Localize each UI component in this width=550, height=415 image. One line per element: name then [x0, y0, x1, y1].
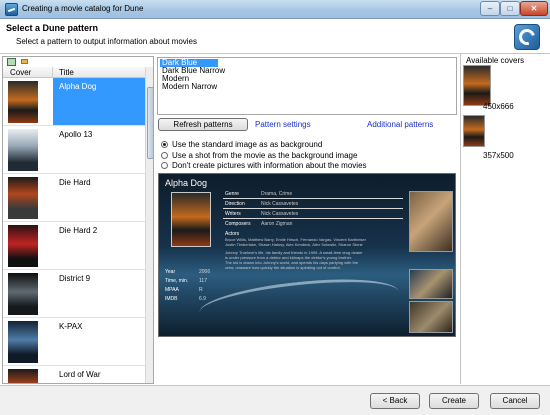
- cover-thumbnail: [8, 273, 38, 315]
- close-button[interactable]: ✕: [520, 1, 548, 16]
- window-title: Creating a movie catalog for Dune: [22, 4, 144, 13]
- radio-button[interactable]: [161, 162, 168, 169]
- back-button[interactable]: < Back: [370, 393, 420, 409]
- preview-stat-value: 117: [199, 278, 207, 284]
- preview-stat-label: IMDB: [165, 296, 178, 302]
- pattern-item[interactable]: Modern Narrow: [160, 83, 217, 91]
- page-title: Select a Dune pattern: [6, 23, 99, 33]
- movie-row[interactable]: District 9: [3, 270, 145, 318]
- column-header-title[interactable]: Title: [53, 67, 145, 78]
- movie-row[interactable]: Apollo 13: [3, 126, 145, 174]
- preview-movie-title: Alpha Dog: [165, 178, 208, 188]
- pattern-settings-link[interactable]: Pattern settings: [255, 120, 311, 129]
- title-bar: Creating a movie catalog for Dune – □ ✕: [0, 0, 550, 19]
- preview-separator: [223, 218, 403, 219]
- movie-row[interactable]: Alpha Dog: [3, 78, 145, 126]
- scrollbar-thumb[interactable]: [147, 87, 153, 159]
- movie-list-scrollbar[interactable]: [145, 67, 153, 383]
- maximize-button[interactable]: □: [500, 1, 520, 16]
- cover-thumbnail: [8, 177, 38, 219]
- create-button[interactable]: Create: [429, 393, 479, 409]
- pattern-list[interactable]: Dark Blue Dark Blue Narrow Modern Modern…: [157, 57, 457, 115]
- preview-detail-value: Nick Cassavetes: [261, 201, 299, 207]
- movie-list-panel: Cover Title Alpha Dog Apollo 13 Die Hard…: [2, 56, 154, 384]
- folder-icon[interactable]: [21, 59, 28, 64]
- additional-patterns-link[interactable]: Additional patterns: [367, 120, 433, 129]
- page-subtitle: Select a pattern to output information a…: [16, 37, 197, 46]
- preview-detail-label: Direction: [225, 201, 245, 207]
- preview-stat-label: MPAA: [165, 287, 179, 293]
- pattern-preview: Alpha Dog Year 2006 Time, min. 117 MPAA …: [158, 173, 456, 337]
- movie-title: Die Hard 2: [59, 226, 98, 235]
- cover-thumbnail: [8, 369, 38, 383]
- wizard-footer: < Back Create Cancel: [0, 385, 550, 415]
- radio-button[interactable]: [161, 152, 168, 159]
- available-covers-title: Available covers: [466, 56, 525, 65]
- preview-poster: [171, 192, 211, 247]
- radio-button[interactable]: [161, 141, 168, 148]
- column-header-cover[interactable]: Cover: [3, 67, 53, 78]
- movie-title: District 9: [59, 274, 91, 283]
- app-icon: [5, 3, 18, 16]
- preview-stat-label: Year: [165, 269, 176, 275]
- movie-title: Alpha Dog: [59, 82, 97, 91]
- movie-title: Apollo 13: [59, 130, 93, 139]
- movie-list-toolbar: [3, 57, 153, 67]
- preview-movie-shot: [409, 301, 453, 333]
- preview-detail-value: Aaron Zigman: [261, 221, 293, 227]
- preview-detail-value: Nick Cassavetes: [261, 211, 299, 217]
- available-covers-panel: Available covers 450x666 357x500: [460, 54, 548, 384]
- preview-background-wave: [197, 271, 401, 333]
- preview-separator: [223, 208, 403, 209]
- cover-thumbnail: [8, 81, 38, 123]
- preview-detail-value: Drama, Crime: [261, 191, 293, 197]
- movie-rows: Alpha Dog Apollo 13 Die Hard Die Hard 2 …: [3, 78, 145, 383]
- movie-row[interactable]: Lord of War: [3, 366, 145, 383]
- dune-logo-icon: [514, 24, 540, 50]
- movie-title: Lord of War: [59, 370, 101, 379]
- preview-stat-value: 6.9: [199, 296, 206, 302]
- cover-thumbnail: [8, 321, 38, 363]
- preview-detail-label: Writers: [225, 211, 241, 217]
- movie-list-header: Cover Title: [3, 67, 145, 78]
- movie-title: K-PAX: [59, 322, 83, 331]
- preview-movie-shot: [409, 191, 453, 252]
- cover-option[interactable]: [463, 65, 491, 106]
- preview-detail-label: Genre: [225, 191, 239, 197]
- movie-row[interactable]: Die Hard: [3, 174, 145, 222]
- cover-size-label: 357x500: [483, 151, 514, 160]
- cover-thumbnail: [8, 129, 38, 171]
- cover-size-label: 450x666: [483, 102, 514, 111]
- cover-option[interactable]: [463, 115, 485, 147]
- preview-separator: [223, 198, 403, 199]
- minimize-button[interactable]: –: [480, 1, 500, 16]
- cancel-button[interactable]: Cancel: [490, 393, 540, 409]
- preview-detail-label: Composers: [225, 221, 251, 227]
- movie-title: Die Hard: [59, 178, 91, 187]
- preview-plot-text: crew, unaware how quickly the situation …: [225, 265, 341, 270]
- preview-stat-value: 2006: [199, 269, 211, 275]
- select-all-icon[interactable]: [7, 58, 16, 66]
- preview-stat-value: R: [199, 287, 203, 293]
- preview-actors-text: Justin Timberlake, Shawn Hatosy, Alex Ke…: [225, 242, 363, 247]
- preview-stat-label: Time, min.: [165, 278, 189, 284]
- preview-movie-shot: [409, 269, 453, 299]
- movie-row[interactable]: Die Hard 2: [3, 222, 145, 270]
- movie-row[interactable]: K-PAX: [3, 318, 145, 366]
- cover-thumbnail: [8, 225, 38, 267]
- refresh-patterns-button[interactable]: Refresh patterns: [158, 118, 248, 131]
- wizard-header: Select a Dune pattern Select a pattern t…: [0, 19, 550, 54]
